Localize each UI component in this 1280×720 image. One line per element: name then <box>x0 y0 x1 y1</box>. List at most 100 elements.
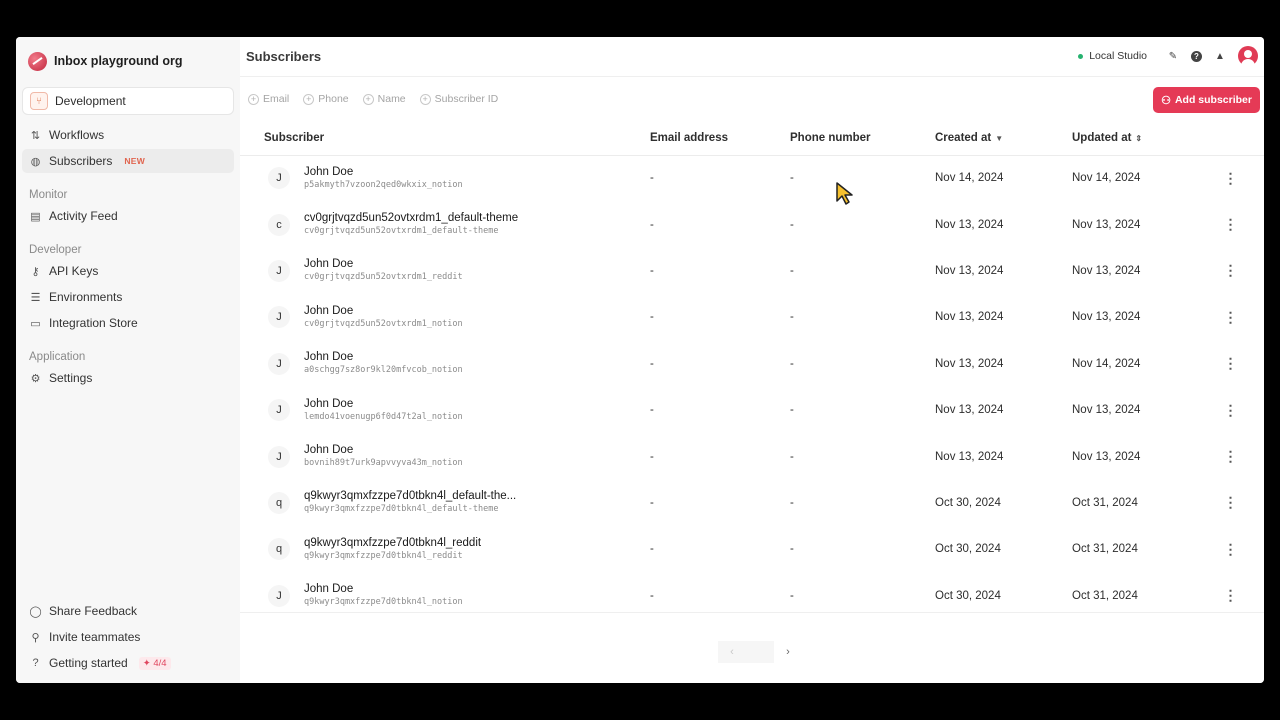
updated-at-cell: Nov 14, 2024 <box>1072 357 1141 370</box>
share-feedback-button[interactable]: ◯ Share Feedback <box>22 599 234 623</box>
activity-icon: ▤ <box>30 210 41 223</box>
sidebar-item-integration-store[interactable]: ▭ Integration Store <box>22 311 234 335</box>
getting-started-button[interactable]: ? Getting started ✦ 4/4 <box>22 651 234 675</box>
subscriber-id: cv0grjtvqzd5un52ovtxrdm1_default-theme <box>304 226 499 237</box>
filter-phone[interactable]: + Phone <box>303 93 349 105</box>
subscriber-text: John Doe q9kwyr3qmxfzzpe7d0tbkn4l_notion <box>304 582 463 609</box>
sidebar-item-label: Workflows <box>49 128 105 142</box>
phone-cell: - <box>790 450 794 463</box>
subscriber-id: q9kwyr3qmxfzzpe7d0tbkn4l_default-theme <box>304 504 499 515</box>
avatar: q <box>268 538 290 561</box>
filter-name[interactable]: + Name <box>362 93 406 105</box>
avatar: q <box>268 491 290 514</box>
subscriber-name: q9kwyr3qmxfzzpe7d0tbkn4l_default-the... <box>304 490 517 503</box>
subscriber-info: J John Doe p5akmyth7vzoon2qed0wkxix_noti… <box>264 165 650 192</box>
branch-icon: ⑂ <box>30 92 48 110</box>
subscribers-table: Subscriber Email address Phone number Cr… <box>240 121 1264 619</box>
sidebar-item-label: Integration Store <box>49 316 138 330</box>
created-at-cell: Nov 13, 2024 <box>935 218 1004 231</box>
avatar: J <box>268 399 290 422</box>
avatar: J <box>268 259 290 282</box>
more-options-icon[interactable]: ⋮ <box>1197 433 1264 479</box>
created-at-cell: Oct 30, 2024 <box>935 496 1001 509</box>
more-options-icon[interactable]: ⋮ <box>1197 155 1264 201</box>
table-row[interactable]: J John Doe cv0grjtvqzd5un52ovtxrdm1_redd… <box>240 248 1264 294</box>
bell-icon[interactable]: ▲ <box>1212 48 1228 64</box>
next-page-button[interactable]: › <box>774 641 802 663</box>
more-options-icon[interactable]: ⋮ <box>1197 387 1264 433</box>
table-footer-divider <box>240 612 1264 613</box>
add-subscriber-button[interactable]: ⚇ Add subscriber <box>1153 87 1260 113</box>
help-icon[interactable]: ? <box>1191 50 1202 62</box>
created-at-cell: Nov 14, 2024 <box>935 172 1004 185</box>
avatar: c <box>268 213 290 236</box>
table-row[interactable]: J John Doe lemdo41voenugp6f0d47t2al_noti… <box>240 387 1264 433</box>
filter-subscriber-id[interactable]: + Subscriber ID <box>419 93 498 105</box>
phone-cell: - <box>790 264 794 277</box>
phone-cell: - <box>790 404 794 417</box>
column-created-at[interactable]: Created at ▼ <box>935 121 1072 155</box>
sidebar-item-workflows[interactable]: ⇅ Workflows <box>22 123 234 147</box>
subscriber-text: John Doe a0schgg7sz8or9kl20mfvcob_notion <box>304 350 463 377</box>
email-cell: - <box>650 357 654 370</box>
local-studio-indicator[interactable]: Local Studio <box>1070 45 1155 67</box>
main-content: Subscribers Local Studio ✎ ? ▲ + Email +… <box>240 37 1264 683</box>
app-window: Inbox playground org ⑂ Development ⇅ Wor… <box>16 37 1264 683</box>
table-row[interactable]: q q9kwyr3qmxfzzpe7d0tbkn4l_default-the..… <box>240 480 1264 526</box>
email-cell: - <box>650 172 654 185</box>
column-updated-at[interactable]: Updated at ⇕ <box>1072 121 1197 155</box>
sidebar-item-activity-feed[interactable]: ▤ Activity Feed <box>22 204 234 228</box>
column-subscriber: Subscriber <box>264 131 325 144</box>
user-avatar[interactable] <box>1238 46 1258 67</box>
more-options-icon[interactable]: ⋮ <box>1197 526 1264 572</box>
created-at-cell: Nov 13, 2024 <box>935 311 1004 324</box>
subscriber-text: John Doe p5akmyth7vzoon2qed0wkxix_notion <box>304 165 463 192</box>
org-switcher[interactable]: Inbox playground org <box>22 37 234 85</box>
table-row[interactable]: J John Doe a0schgg7sz8or9kl20mfvcob_noti… <box>240 341 1264 387</box>
updated-at-cell: Oct 31, 2024 <box>1072 496 1138 509</box>
column-actions <box>1197 121 1264 155</box>
email-cell: - <box>650 543 654 556</box>
pencil-icon[interactable]: ✎ <box>1165 48 1181 64</box>
table-row[interactable]: c cv0grjtvqzd5un52ovtxrdm1_default-theme… <box>240 201 1264 247</box>
more-options-icon[interactable]: ⋮ <box>1197 248 1264 294</box>
more-options-icon[interactable]: ⋮ <box>1197 480 1264 526</box>
sidebar-item-api-keys[interactable]: ⚷ API Keys <box>22 259 234 283</box>
table-row[interactable]: J John Doe cv0grjtvqzd5un52ovtxrdm1_noti… <box>240 294 1264 340</box>
phone-cell: - <box>790 172 794 185</box>
table-row[interactable]: J John Doe bovnih89t7urk9apvvyva43m_noti… <box>240 433 1264 479</box>
subscriber-info: J John Doe cv0grjtvqzd5un52ovtxrdm1_redd… <box>264 257 650 284</box>
progress-badge-text: 4/4 <box>153 657 167 669</box>
more-options-icon[interactable]: ⋮ <box>1197 201 1264 247</box>
subscriber-id: q9kwyr3qmxfzzpe7d0tbkn4l_reddit <box>304 550 463 561</box>
user-plus-icon: ⚇ <box>1161 94 1171 107</box>
phone-cell: - <box>790 357 794 370</box>
subscriber-name: q9kwyr3qmxfzzpe7d0tbkn4l_reddit <box>304 536 482 549</box>
users-icon: ◍ <box>30 155 41 168</box>
chat-bubble-icon: ◯ <box>29 605 42 618</box>
add-subscriber-label: Add subscriber <box>1174 94 1252 106</box>
updated-at-cell: Nov 13, 2024 <box>1072 450 1141 463</box>
sidebar-item-environments[interactable]: ☰ Environments <box>22 285 234 309</box>
current-page <box>746 641 774 663</box>
subscriber-text: q9kwyr3qmxfzzpe7d0tbkn4l_reddit q9kwyr3q… <box>304 536 481 563</box>
prev-page-button[interactable]: ‹ <box>718 641 746 663</box>
sidebar-item-label: Settings <box>49 371 93 385</box>
sidebar-item-subscribers[interactable]: ◍ Subscribers NEW <box>22 149 234 173</box>
more-options-icon[interactable]: ⋮ <box>1197 294 1264 340</box>
created-at-cell: Oct 30, 2024 <box>935 543 1001 556</box>
filter-email[interactable]: + Email <box>248 93 289 105</box>
table-row[interactable]: J John Doe p5akmyth7vzoon2qed0wkxix_noti… <box>240 155 1264 201</box>
progress-badge: ✦ 4/4 <box>138 656 171 670</box>
environment-switcher[interactable]: ⑂ Development <box>22 87 234 115</box>
subscriber-id: a0schgg7sz8or9kl20mfvcob_notion <box>304 365 463 376</box>
sidebar-item-settings[interactable]: ⚙ Settings <box>22 366 234 390</box>
table-row[interactable]: q q9kwyr3qmxfzzpe7d0tbkn4l_reddit q9kwyr… <box>240 526 1264 572</box>
subscriber-info: q q9kwyr3qmxfzzpe7d0tbkn4l_default-the..… <box>264 489 650 516</box>
updated-at-cell: Oct 31, 2024 <box>1072 543 1138 556</box>
invite-teammates-button[interactable]: ⚲ Invite teammates <box>22 625 234 649</box>
plus-circle-icon: + <box>303 93 315 105</box>
email-cell: - <box>650 218 654 231</box>
more-options-icon[interactable]: ⋮ <box>1197 341 1264 387</box>
subscriber-info: c cv0grjtvqzd5un52ovtxrdm1_default-theme… <box>264 211 650 238</box>
